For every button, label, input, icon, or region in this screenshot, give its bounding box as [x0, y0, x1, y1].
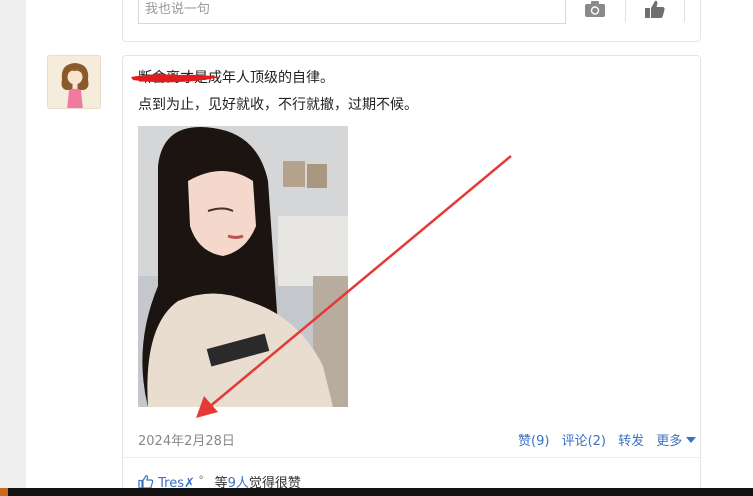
- redaction-mark: [131, 74, 220, 83]
- divider: [122, 457, 701, 458]
- post-actions: 赞(9) 评论(2) 转发 更多: [518, 430, 697, 449]
- post-date: 2024年2月28日: [138, 434, 235, 449]
- comment-count-link[interactable]: 评论(2): [562, 434, 606, 449]
- comment-input[interactable]: 我也说一句: [138, 0, 566, 24]
- taskbar-accent: [0, 488, 8, 496]
- post-text-line-2: 点到为止，见好就收，不行就撤，过期不候。: [138, 97, 418, 113]
- post-photo[interactable]: [138, 126, 348, 407]
- avatar[interactable]: [47, 55, 101, 109]
- like-count-link[interactable]: 赞(9): [518, 434, 549, 449]
- thumbs-up-icon[interactable]: [644, 0, 666, 20]
- thumbs-up-icon: [138, 475, 154, 489]
- taskbar-edge: [0, 488, 753, 496]
- chevron-down-icon: [686, 437, 697, 443]
- left-margin: [0, 0, 26, 496]
- more-label: 更多: [656, 434, 683, 449]
- share-link[interactable]: 转发: [618, 434, 644, 449]
- camera-icon[interactable]: [584, 0, 606, 18]
- toolbar-divider: [684, 0, 685, 22]
- more-menu[interactable]: 更多: [656, 434, 697, 449]
- toolbar-divider: [625, 0, 626, 22]
